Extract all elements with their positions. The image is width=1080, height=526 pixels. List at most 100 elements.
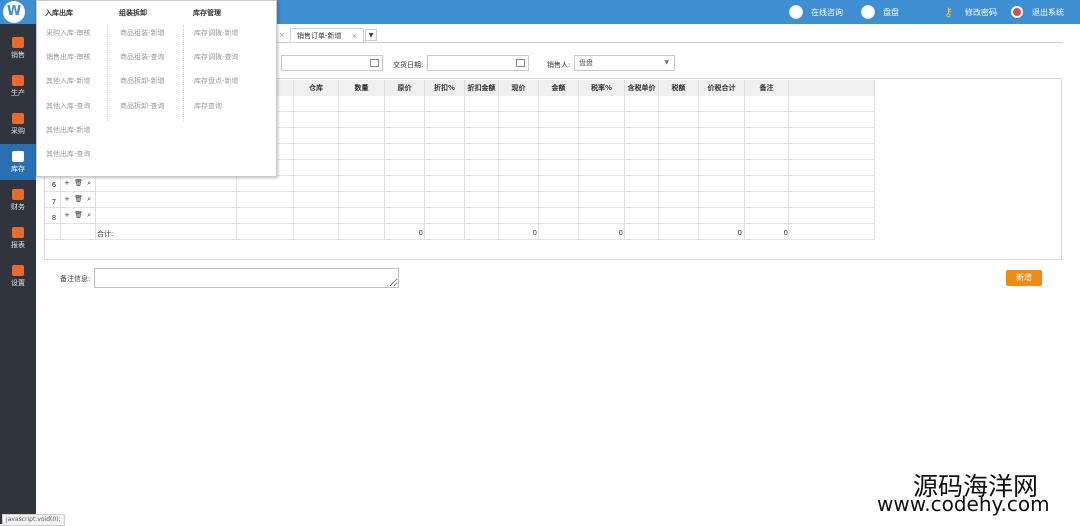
grid-cell[interactable] — [96, 176, 237, 192]
grid-cell[interactable] — [789, 160, 875, 176]
menu-item-assembly-new[interactable]: 商品组装-新增 — [120, 28, 165, 38]
grid-cell[interactable] — [237, 192, 294, 208]
save-button[interactable]: 新增 — [1006, 270, 1042, 286]
grid-cell[interactable] — [385, 112, 425, 128]
grid-cell[interactable] — [659, 112, 699, 128]
app-logo-icon[interactable]: W — [3, 1, 25, 23]
grid-cell[interactable] — [579, 208, 625, 224]
menu-item-transfer-query[interactable]: 库存调拨-查询 — [194, 52, 239, 62]
tab-close-icon[interactable]: × — [279, 28, 285, 42]
sidebar-item-sales[interactable]: 销售 — [0, 30, 36, 66]
grid-cell[interactable] — [579, 192, 625, 208]
menu-item-sales-out-audit[interactable]: 销售出库-审核 — [46, 52, 91, 62]
menu-item-other-out-new[interactable]: 其他出库-新增 — [46, 125, 91, 135]
grid-cell[interactable] — [699, 112, 745, 128]
menu-item-purchase-in-audit[interactable]: 采购入库-审核 — [46, 28, 91, 38]
salesperson-select[interactable]: 盘盘 ▼ — [574, 55, 675, 71]
grid-cell[interactable] — [499, 192, 539, 208]
order-date-input[interactable] — [281, 55, 383, 71]
grid-cell[interactable] — [339, 96, 385, 112]
grid-cell[interactable] — [659, 208, 699, 224]
grid-cell[interactable] — [425, 208, 465, 224]
grid-cell[interactable] — [294, 144, 339, 160]
grid-cell[interactable] — [579, 144, 625, 160]
grid-cell[interactable] — [465, 192, 499, 208]
grid-cell[interactable] — [294, 112, 339, 128]
grid-cell[interactable] — [465, 128, 499, 144]
grid-cell[interactable] — [294, 176, 339, 192]
logout-link[interactable]: 退出系统 — [1011, 0, 1064, 24]
grid-cell[interactable] — [789, 176, 875, 192]
grid-cell[interactable] — [499, 144, 539, 160]
sidebar-item-purchase[interactable]: 采购 — [0, 106, 36, 142]
grid-cell[interactable] — [745, 128, 789, 144]
grid-cell[interactable] — [789, 112, 875, 128]
grid-cell[interactable] — [425, 112, 465, 128]
grid-cell[interactable] — [539, 160, 579, 176]
grid-cell[interactable] — [539, 128, 579, 144]
grid-cell[interactable] — [745, 96, 789, 112]
grid-cell[interactable] — [425, 96, 465, 112]
grid-cell[interactable] — [294, 96, 339, 112]
grid-cell[interactable] — [625, 96, 659, 112]
grid-cell[interactable] — [659, 128, 699, 144]
grid-cell[interactable] — [745, 176, 789, 192]
grid-cell[interactable] — [385, 128, 425, 144]
grid-cell[interactable] — [294, 160, 339, 176]
sidebar-item-finance[interactable]: 财务 — [0, 182, 36, 218]
grid-cell[interactable] — [745, 144, 789, 160]
grid-cell[interactable] — [699, 144, 745, 160]
change-password-link[interactable]: ⚷ 修改密码 — [944, 0, 997, 24]
grid-cell[interactable] — [579, 160, 625, 176]
grid-cell[interactable] — [499, 160, 539, 176]
grid-cell[interactable] — [659, 160, 699, 176]
grid-cell[interactable] — [339, 128, 385, 144]
delivery-date-input[interactable] — [427, 55, 529, 71]
memo-textarea[interactable] — [94, 268, 399, 288]
grid-cell[interactable] — [625, 160, 659, 176]
grid-cell[interactable] — [237, 208, 294, 224]
grid-cell[interactable] — [579, 176, 625, 192]
grid-cell[interactable] — [425, 128, 465, 144]
row-actions[interactable]: + 🗑 ⌕ — [64, 211, 92, 220]
grid-cell[interactable] — [294, 128, 339, 144]
grid-cell[interactable] — [539, 112, 579, 128]
grid-cell[interactable] — [659, 96, 699, 112]
grid-cell[interactable] — [625, 208, 659, 224]
grid-cell[interactable] — [465, 208, 499, 224]
grid-cell[interactable] — [385, 208, 425, 224]
grid-cell[interactable] — [385, 160, 425, 176]
grid-cell[interactable] — [625, 192, 659, 208]
grid-cell[interactable] — [539, 192, 579, 208]
grid-cell[interactable] — [745, 160, 789, 176]
grid-cell[interactable] — [539, 208, 579, 224]
grid-cell[interactable] — [499, 176, 539, 192]
grid-cell[interactable] — [96, 192, 237, 208]
grid-cell[interactable] — [789, 192, 875, 208]
menu-item-stock-query[interactable]: 库存查询 — [194, 101, 222, 111]
grid-cell[interactable] — [539, 96, 579, 112]
grid-cell[interactable] — [699, 160, 745, 176]
grid-cell[interactable] — [294, 192, 339, 208]
grid-cell[interactable] — [539, 176, 579, 192]
grid-cell[interactable] — [499, 96, 539, 112]
grid-cell[interactable] — [745, 112, 789, 128]
grid-cell[interactable] — [294, 208, 339, 224]
grid-cell[interactable] — [625, 144, 659, 160]
close-icon[interactable]: × — [352, 32, 358, 40]
row-actions[interactable]: + 🗑 ⌕ — [64, 179, 92, 188]
grid-cell[interactable] — [237, 176, 294, 192]
grid-cell[interactable] — [465, 144, 499, 160]
grid-cell[interactable] — [465, 160, 499, 176]
grid-cell[interactable] — [465, 96, 499, 112]
tab-more-dropdown-icon[interactable]: ▼ — [365, 29, 377, 41]
menu-item-disassembly-query[interactable]: 商品拆卸-查询 — [120, 101, 165, 111]
grid-cell[interactable] — [745, 192, 789, 208]
grid-cell[interactable] — [625, 112, 659, 128]
grid-cell[interactable] — [499, 112, 539, 128]
grid-cell[interactable] — [339, 176, 385, 192]
grid-cell[interactable] — [499, 128, 539, 144]
grid-cell[interactable] — [339, 160, 385, 176]
calendar-icon[interactable] — [516, 59, 525, 67]
grid-cell[interactable] — [789, 128, 875, 144]
